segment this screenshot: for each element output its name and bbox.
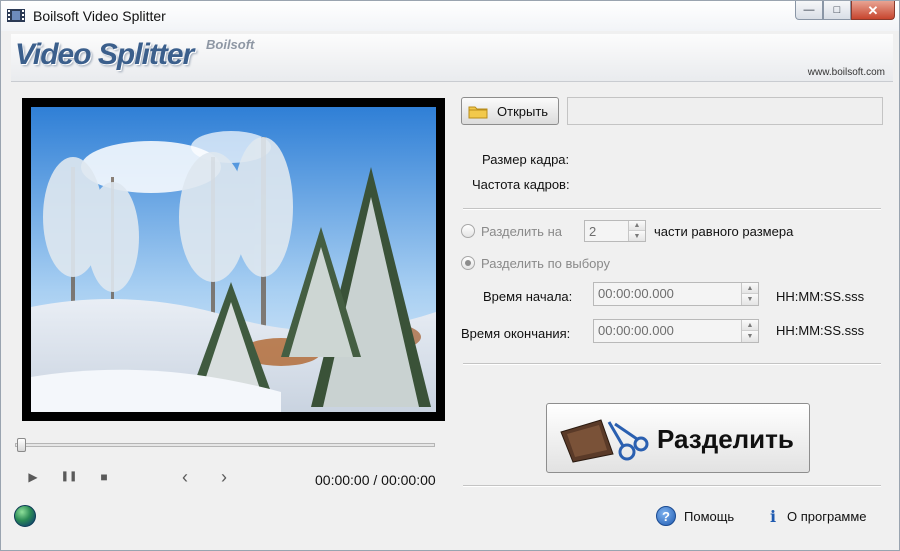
divider-bottom bbox=[463, 485, 881, 487]
split-equal-suffix: части равного размера bbox=[654, 224, 794, 239]
divider-middle bbox=[463, 363, 881, 365]
film-icon bbox=[7, 9, 25, 22]
maximize-button[interactable]: □ bbox=[823, 1, 851, 20]
seek-slider[interactable] bbox=[15, 438, 435, 452]
maximize-icon: □ bbox=[833, 3, 841, 16]
play-icon[interactable]: ▶ bbox=[23, 467, 43, 487]
close-button[interactable]: ✕ bbox=[851, 1, 895, 20]
about-link[interactable]: i О программе bbox=[763, 506, 867, 526]
end-time-arrows: ▲ ▼ bbox=[741, 320, 758, 342]
split-equal-label: Разделить на bbox=[481, 224, 562, 239]
split-custom-label: Разделить по выбору bbox=[481, 256, 610, 271]
end-time-value: 00:00:00.000 bbox=[598, 323, 674, 338]
help-icon: ? bbox=[656, 506, 676, 526]
open-button[interactable]: Открыть bbox=[461, 97, 559, 125]
close-icon: ✕ bbox=[867, 2, 879, 18]
split-count-arrows: ▲ ▼ bbox=[628, 221, 645, 241]
window-title: Boilsoft Video Splitter bbox=[33, 8, 166, 24]
spin-down-icon[interactable]: ▼ bbox=[742, 294, 758, 305]
app-logo: Video Splitter bbox=[15, 38, 194, 71]
frame-size-label: Размер кадра: bbox=[482, 152, 570, 167]
folder-icon bbox=[468, 106, 488, 118]
spin-up-icon[interactable]: ▲ bbox=[742, 283, 758, 294]
open-button-label: Открыть bbox=[497, 103, 549, 119]
spin-up-icon[interactable]: ▲ bbox=[742, 320, 758, 331]
seek-thumb[interactable] bbox=[17, 438, 26, 452]
video-preview bbox=[22, 98, 445, 421]
end-time-format: HH:MM:SS.sss bbox=[776, 323, 865, 338]
about-label: О программе bbox=[787, 508, 867, 524]
split-count-value: 2 bbox=[589, 224, 597, 239]
stop-icon[interactable]: ■ bbox=[94, 467, 114, 487]
minimize-button[interactable]: — bbox=[795, 1, 823, 20]
end-time-input[interactable]: 00:00:00.000 ▲ ▼ bbox=[593, 319, 759, 343]
split-button-label: Разделить bbox=[657, 424, 794, 454]
title-bar: Boilsoft Video Splitter — □ ✕ bbox=[1, 1, 899, 31]
scissors-film-icon bbox=[560, 419, 649, 463]
globe-icon[interactable] bbox=[14, 505, 36, 527]
next-frame-icon[interactable]: › bbox=[214, 467, 234, 487]
pause-icon[interactable]: ❚❚ bbox=[59, 467, 79, 487]
help-label: Помощь bbox=[684, 508, 735, 524]
divider-top bbox=[463, 208, 881, 210]
end-time-label: Время окончания: bbox=[461, 326, 571, 341]
start-time-input[interactable]: 00:00:00.000 ▲ ▼ bbox=[593, 282, 759, 306]
minimize-icon: — bbox=[803, 3, 815, 16]
start-time-value: 00:00:00.000 bbox=[598, 286, 674, 301]
website-link[interactable]: www.boilsoft.com bbox=[808, 67, 885, 78]
seek-track[interactable] bbox=[15, 443, 435, 447]
split-custom-radio[interactable] bbox=[461, 256, 475, 270]
split-equal-radio[interactable] bbox=[461, 224, 475, 238]
app-window: Boilsoft Video Splitter — □ ✕ Video Spli… bbox=[0, 0, 900, 551]
spin-down-icon[interactable]: ▼ bbox=[742, 331, 758, 342]
preview-frame-image bbox=[31, 107, 436, 412]
previous-frame-icon[interactable]: ‹ bbox=[175, 467, 195, 487]
split-count-stepper[interactable]: 2 ▲ ▼ bbox=[584, 220, 646, 242]
vendor-logo: Boilsoft bbox=[206, 37, 255, 52]
spin-down-icon[interactable]: ▼ bbox=[629, 231, 645, 241]
window-controls: — □ ✕ bbox=[795, 1, 895, 21]
start-time-format: HH:MM:SS.sss bbox=[776, 289, 865, 304]
split-button[interactable]: Разделить bbox=[546, 403, 810, 473]
time-display: 00:00:00 / 00:00:00 bbox=[315, 472, 436, 488]
frame-rate-label: Частота кадров: bbox=[472, 177, 570, 192]
header-banner: Video Splitter Boilsoft www.boilsoft.com bbox=[11, 34, 893, 82]
spin-up-icon[interactable]: ▲ bbox=[629, 221, 645, 231]
help-link[interactable]: ? Помощь bbox=[656, 506, 734, 526]
info-icon: i bbox=[769, 506, 777, 526]
start-time-label: Время начала: bbox=[483, 289, 573, 304]
file-path-field[interactable] bbox=[567, 97, 883, 125]
start-time-arrows: ▲ ▼ bbox=[741, 283, 758, 305]
